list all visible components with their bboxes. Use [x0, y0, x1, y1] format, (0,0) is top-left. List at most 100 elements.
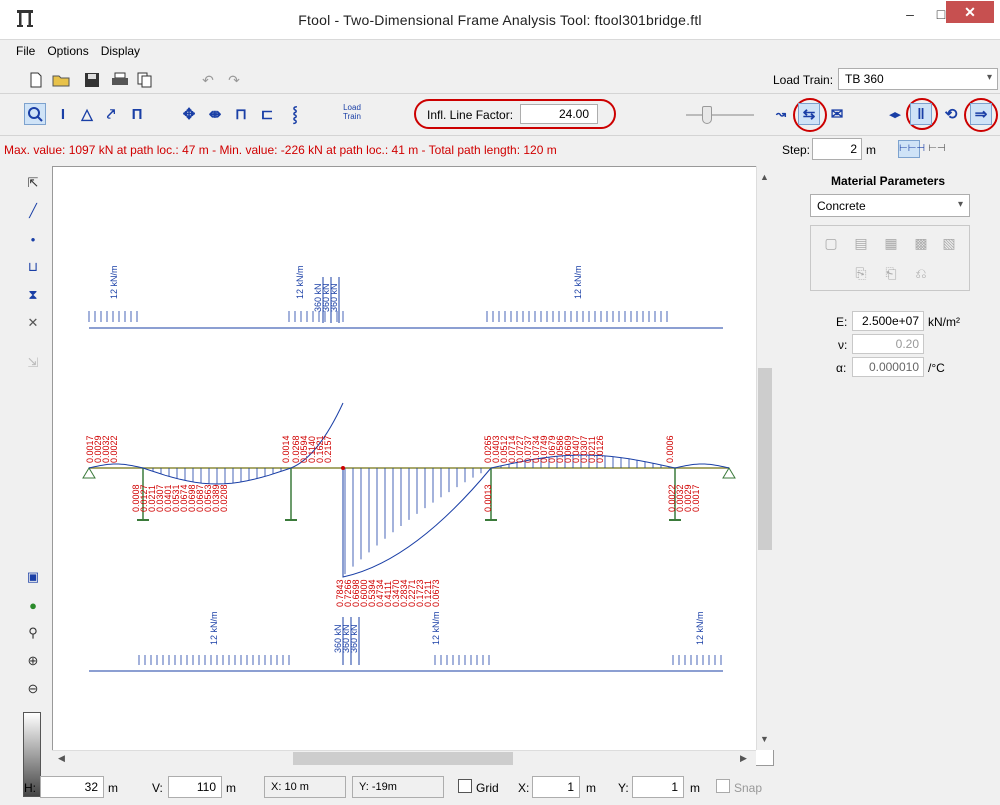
distributed-load-label: 12 kN/m: [431, 611, 441, 645]
flip-icon[interactable]: ⟲: [940, 103, 962, 125]
animate-icon[interactable]: ⇒: [970, 103, 992, 125]
apply-material-icon[interactable]: ▦: [880, 232, 902, 254]
globe-icon[interactable]: ●: [22, 594, 44, 616]
load-icon[interactable]: ⤤: [100, 103, 122, 125]
grid-y-input[interactable]: 1: [632, 776, 684, 798]
poisson-input[interactable]: 0.20: [852, 334, 924, 354]
zoom-out-icon[interactable]: ⊖: [22, 678, 44, 700]
moving-load-double-icon[interactable]: ⇼: [204, 103, 226, 125]
save-icon[interactable]: [82, 70, 102, 90]
snap-checkbox[interactable]: [716, 779, 730, 793]
grid-x-unit: m: [586, 781, 596, 795]
menu-file[interactable]: File: [10, 44, 41, 58]
point-load-label: 360 kN: [349, 624, 359, 653]
distributed-load-label: 12 kN/m: [573, 265, 583, 299]
chevron-down-icon: ▾: [986, 72, 992, 83]
train-icon[interactable]: ⸾: [284, 103, 306, 125]
thermal-input[interactable]: 0.000010: [852, 357, 924, 377]
material-type-select[interactable]: Concrete ▾: [810, 194, 970, 217]
step-mode-icon[interactable]: ⊢⊢⊣: [898, 140, 925, 158]
scroll-right-icon[interactable]: ▶: [740, 753, 747, 764]
influence-line-icon[interactable]: [24, 103, 46, 125]
snap-label: Snap: [734, 781, 763, 795]
vertical-scroll-thumb[interactable]: [758, 368, 772, 550]
x-coord-readout: X: 10 m: [264, 776, 346, 798]
modulus-unit: kN/m²: [928, 315, 960, 329]
window-title: Ftool - Two-Dimensional Frame Analysis T…: [298, 12, 702, 28]
scroll-up-icon[interactable]: ▲: [760, 172, 769, 182]
section-icon[interactable]: I: [52, 103, 74, 125]
step-unit: m: [866, 143, 876, 157]
refine-icon[interactable]: ⇲: [22, 352, 44, 374]
v-input[interactable]: 110: [168, 776, 222, 798]
open-folder-icon[interactable]: [51, 70, 71, 90]
point-load-label: 360 kN: [329, 283, 339, 312]
step-input[interactable]: 2: [812, 138, 862, 160]
delete-material-icon[interactable]: ▩: [910, 232, 932, 254]
new-file-icon[interactable]: [26, 70, 46, 90]
node-icon[interactable]: •: [22, 228, 44, 250]
load-train-select[interactable]: TB 360 ▾: [838, 68, 998, 90]
horizontal-scroll-thumb[interactable]: [293, 752, 513, 765]
h-input[interactable]: 32: [40, 776, 104, 798]
v-unit: m: [226, 781, 236, 795]
path-icon[interactable]: ‖: [910, 103, 932, 125]
menu-options[interactable]: Options: [41, 44, 94, 58]
modulus-input[interactable]: 2.500e+07: [852, 311, 924, 331]
ruler-icon[interactable]: ⧗: [22, 284, 44, 306]
influence-value-label: 0.0208: [219, 484, 229, 512]
new-material-icon[interactable]: ▢: [820, 232, 842, 254]
scroll-left-icon[interactable]: ◀: [58, 753, 65, 764]
influence-value-label: 0.0014: [281, 435, 291, 463]
menu-display[interactable]: Display: [95, 44, 146, 58]
scale-icon[interactable]: ↝: [770, 103, 792, 125]
member-icon[interactable]: ╱: [22, 200, 44, 222]
copy-material-icon[interactable]: ▧: [938, 232, 960, 254]
export-icon[interactable]: ✉: [826, 103, 848, 125]
delete-icon[interactable]: ✕: [22, 312, 44, 334]
zoom-in-icon[interactable]: ⊕: [22, 650, 44, 672]
grid-checkbox[interactable]: [458, 779, 472, 793]
h-unit: m: [108, 781, 118, 795]
drawing-canvas[interactable]: 0.0017 0.0029 0.0032 0.0022 0.0014 0.0268 0.05…: [52, 166, 774, 766]
poisson-label: ν:: [838, 338, 848, 352]
hinge-support: [722, 467, 736, 479]
influence-line-diagram: 0.00170.00290.00320.0022 0.0014 0.02680.05…: [82, 265, 736, 672]
influence-value-label: 0.0673: [431, 579, 441, 607]
close-button[interactable]: ✕: [946, 1, 994, 23]
select-icon[interactable]: ⇱: [22, 172, 44, 194]
influence-factor-input[interactable]: 24.00: [520, 104, 598, 124]
unassign-icon[interactable]: ⎌: [910, 262, 932, 284]
reverse-icon[interactable]: ◂▸: [884, 103, 906, 125]
influence-factor-label: Infl. Line Factor:: [427, 108, 514, 122]
envelope-icon[interactable]: ⇆: [798, 103, 820, 125]
redo-icon[interactable]: ↷: [224, 70, 244, 90]
step-label: Step:: [782, 143, 811, 157]
chevron-down-icon: ▾: [957, 199, 963, 210]
vehicle-icon[interactable]: ⊓: [230, 103, 252, 125]
load-train-button[interactable]: Load Train: [340, 103, 364, 121]
support-icon[interactable]: △: [76, 103, 98, 125]
scale-slider-track[interactable]: [686, 114, 754, 116]
vehicle-single-icon[interactable]: ⊏: [256, 103, 278, 125]
display-icon[interactable]: ▣: [22, 566, 44, 588]
material-params-title: Material Parameters: [830, 174, 946, 188]
influence-value-label: 0.0017: [691, 484, 701, 512]
frame-icon[interactable]: Π: [126, 103, 148, 125]
dimension-icon[interactable]: ⊔: [22, 256, 44, 278]
moving-load-icon[interactable]: ✥: [178, 103, 200, 125]
assign-all-icon[interactable]: ⎗: [880, 262, 902, 284]
assign-material-icon[interactable]: ⎘: [850, 262, 872, 284]
grid-x-input[interactable]: 1: [532, 776, 580, 798]
influence-value-label: 0.0013: [483, 484, 493, 512]
copy-icon[interactable]: [135, 70, 155, 90]
save-material-icon[interactable]: ▤: [850, 232, 872, 254]
modulus-label: E:: [836, 315, 848, 329]
undo-icon[interactable]: ↶: [198, 70, 218, 90]
scale-slider-thumb[interactable]: [702, 106, 712, 124]
distributed-load-label: 12 kN/m: [695, 611, 705, 645]
zoom-icon[interactable]: ⚲: [22, 622, 44, 644]
print-icon[interactable]: [110, 70, 130, 90]
step-mode-alt-icon[interactable]: ⊢⊣: [926, 140, 948, 158]
scroll-down-icon[interactable]: ▼: [760, 734, 769, 744]
